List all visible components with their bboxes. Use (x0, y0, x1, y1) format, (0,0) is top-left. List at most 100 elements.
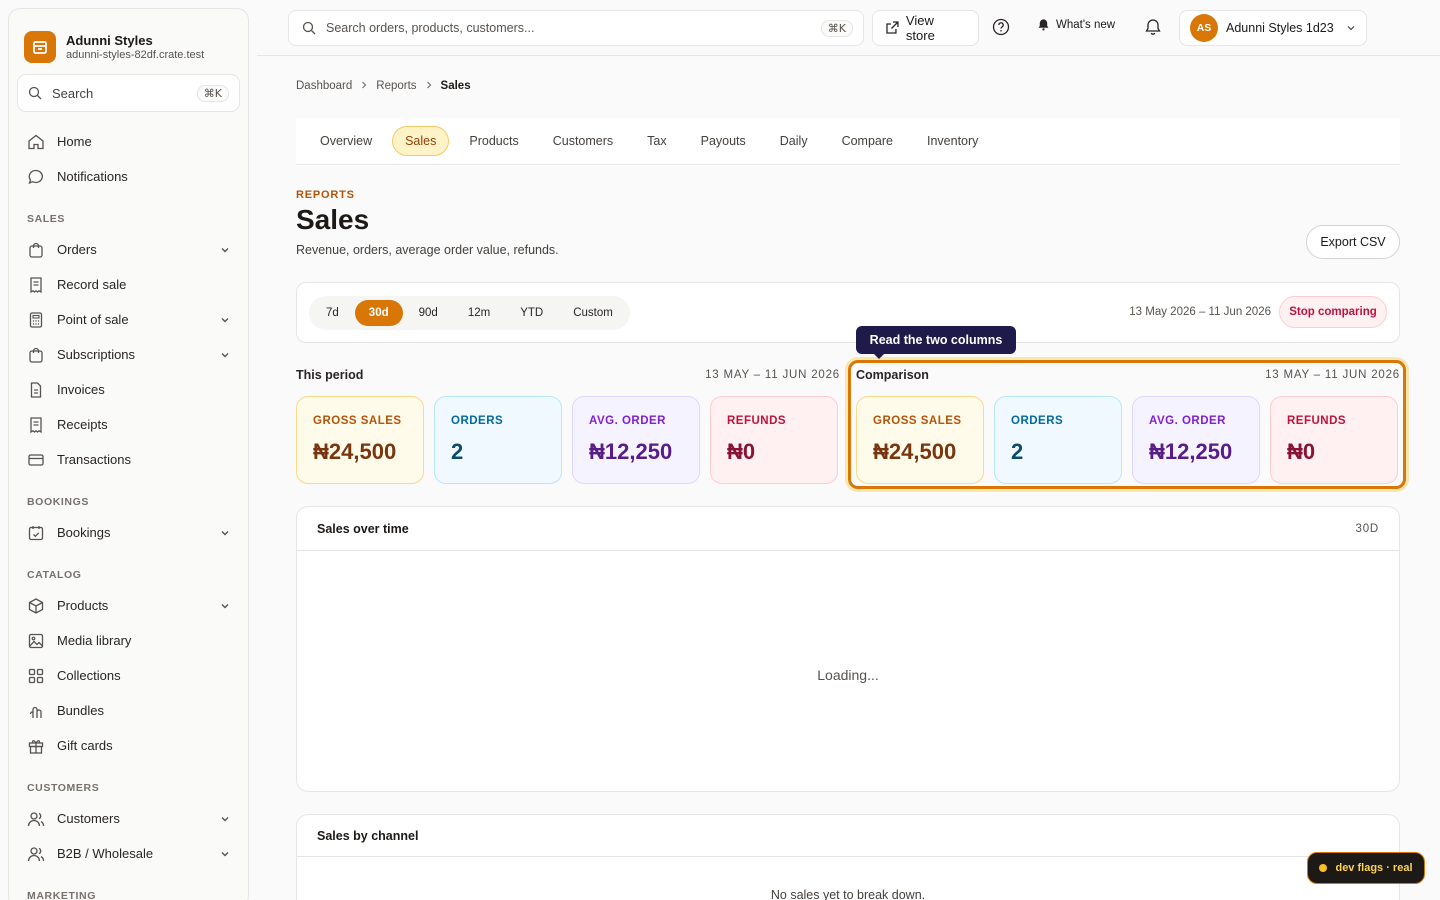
breadcrumb-item-dashboard[interactable]: Dashboard (296, 80, 352, 92)
chevron-down-icon (221, 816, 229, 821)
sidebar-search[interactable]: Search ⌘K (17, 74, 240, 112)
brand[interactable]: Adunni Styles adunni-styles-82df.crate.t… (9, 9, 248, 69)
sidebar-item-home[interactable]: Home (9, 124, 248, 159)
sales-by-channel-title: Sales by channel (317, 828, 419, 843)
kpi-card-orders: ORDERS 2 (434, 396, 562, 484)
sidebar-item-label: Media library (57, 633, 132, 648)
sidebar-section-sales: SALES (27, 213, 66, 225)
sidebar-item-label: Bundles (57, 703, 104, 718)
kpi-value: ₦24,500 (873, 439, 957, 464)
kpi-card-refunds: REFUNDS ₦0 (710, 396, 838, 484)
chevron-down-icon (1347, 26, 1355, 31)
empty-state-text: No sales yet to break down. (770, 888, 926, 900)
range-option-30d[interactable]: 30d (354, 300, 403, 326)
sales-by-channel-card: Sales by channel No sales yet to break d… (296, 814, 1400, 900)
bag-icon (29, 347, 43, 363)
sidebar-item-bundles[interactable]: Bundles (9, 693, 248, 728)
breadcrumb: Dashboard Reports Sales (296, 80, 471, 92)
range-option-ytd[interactable]: YTD (506, 300, 557, 326)
global-search-input[interactable]: Search orders, products, customers... ⌘K (288, 10, 864, 46)
chevron-down-icon (221, 317, 229, 322)
sidebar-section-catalog: CATALOG (27, 569, 82, 581)
chevron-down-icon (221, 530, 229, 535)
help-button[interactable] (992, 18, 1010, 41)
export-csv-button[interactable]: Export CSV (1306, 225, 1400, 259)
tab-sales[interactable]: Sales (392, 126, 450, 156)
sidebar-item-products[interactable]: Products (9, 588, 248, 623)
sidebar-item-orders[interactable]: Orders (9, 232, 248, 267)
external-link-icon (886, 21, 899, 34)
tab-daily[interactable]: Daily (766, 126, 822, 156)
stop-comparing-button[interactable]: Stop comparing (1279, 296, 1387, 328)
sidebar-item-point-of-sale[interactable]: Point of sale (9, 302, 248, 337)
image-icon (28, 633, 44, 648)
kpi-label: AVG. ORDER (589, 415, 666, 427)
tab-products[interactable]: Products (455, 126, 532, 156)
card-icon (28, 453, 44, 466)
chevron-down-icon (221, 247, 229, 252)
breadcrumb-item-reports[interactable]: Reports (376, 80, 416, 92)
sidebar-item-receipts[interactable]: Receipts (9, 407, 248, 442)
chevron-down-icon (221, 603, 229, 608)
range-option-custom[interactable]: Custom (559, 300, 627, 326)
sidebar-item-record-sale[interactable]: Record sale (9, 267, 248, 302)
sidebar-item-bookings[interactable]: Bookings (9, 515, 248, 550)
sidebar-item-invoices[interactable]: Invoices (9, 372, 248, 407)
kpi-card-gross-sales: GROSS SALES ₦24,500 (856, 396, 984, 484)
sidebar-item-notifications[interactable]: Notifications (9, 159, 248, 194)
kpi-label: REFUNDS (1287, 415, 1347, 427)
whats-new-button[interactable]: What's new (1037, 18, 1115, 31)
sidebar-item-transactions[interactable]: Transactions (9, 442, 248, 477)
kpi-card-avg-order: AVG. ORDER ₦12,250 (1132, 396, 1260, 484)
kpi-value: ₦12,250 (589, 439, 673, 464)
range-option-90d[interactable]: 90d (405, 300, 452, 326)
shortcut-badge: ⌘K (820, 19, 853, 37)
date-range-card: 7d 30d 90d 12m YTD Custom 13 May 2026 – 11 Ju… (296, 282, 1400, 343)
kpi-card-refunds: REFUNDS ₦0 (1270, 396, 1398, 484)
tab-customers[interactable]: Customers (539, 126, 627, 156)
kpi-label: REFUNDS (727, 415, 787, 427)
dev-flags-badge[interactable]: dev flags · real (1307, 852, 1425, 884)
search-icon (302, 21, 316, 35)
tab-overview[interactable]: Overview (306, 126, 386, 156)
range-option-12m[interactable]: 12m (454, 300, 504, 326)
sidebar-item-label: Point of sale (57, 312, 129, 327)
sidebar-item-label: Invoices (57, 382, 105, 397)
comparison-range: 13 MAY – 11 JUN 2026 (1265, 369, 1400, 381)
report-tabs: Overview Sales Products Customers Tax Payouts… (296, 118, 1400, 165)
comparison-kpis: GROSS SALES ₦24,500 ORDERS 2 AVG. ORDER ₦12,2… (856, 396, 1400, 484)
kpi-value: ₦24,500 (313, 439, 397, 464)
chevron-right-icon (425, 80, 433, 92)
notifications-button[interactable] (1144, 18, 1162, 41)
tab-tax[interactable]: Tax (633, 126, 680, 156)
tab-inventory[interactable]: Inventory (913, 126, 992, 156)
sidebar-item-label: Record sale (57, 277, 127, 292)
avatar: AS (1190, 14, 1218, 42)
account-menu[interactable]: AS Adunni Styles 1d23 (1179, 10, 1367, 46)
bundle-icon (29, 706, 42, 718)
sidebar-item-media-library[interactable]: Media library (9, 623, 248, 658)
sidebar-item-collections[interactable]: Collections (9, 658, 248, 693)
sidebar-item-gift-cards[interactable]: Gift cards (9, 728, 248, 763)
status-dot-icon (1319, 864, 1328, 872)
users-icon (27, 846, 45, 861)
tab-payouts[interactable]: Payouts (687, 126, 760, 156)
bell-filled-icon (1038, 19, 1049, 31)
sidebar-item-label: Notifications (57, 169, 128, 184)
tab-compare[interactable]: Compare (828, 126, 907, 156)
page-description: Revenue, orders, average order value, re… (296, 243, 559, 257)
range-option-7d[interactable]: 7d (312, 300, 353, 326)
kpi-card-avg-order: AVG. ORDER ₦12,250 (572, 396, 700, 484)
dev-flags-label: dev flags · real (1335, 862, 1413, 874)
sidebar: Adunni Styles adunni-styles-82df.crate.t… (8, 8, 249, 900)
sidebar-item-label: Transactions (57, 452, 131, 467)
page-eyebrow: REPORTS (296, 189, 355, 201)
users-icon (27, 811, 45, 826)
sidebar-item-b2b-wholesale[interactable]: B2B / Wholesale (9, 836, 248, 871)
this-period-title: This period (296, 368, 364, 382)
view-store-button[interactable]: View store (872, 10, 979, 46)
kpi-label: ORDERS (1011, 415, 1064, 427)
shortcut-badge: ⌘K (196, 84, 229, 102)
sidebar-item-subscriptions[interactable]: Subscriptions (9, 337, 248, 372)
sidebar-item-customers[interactable]: Customers (9, 801, 248, 836)
